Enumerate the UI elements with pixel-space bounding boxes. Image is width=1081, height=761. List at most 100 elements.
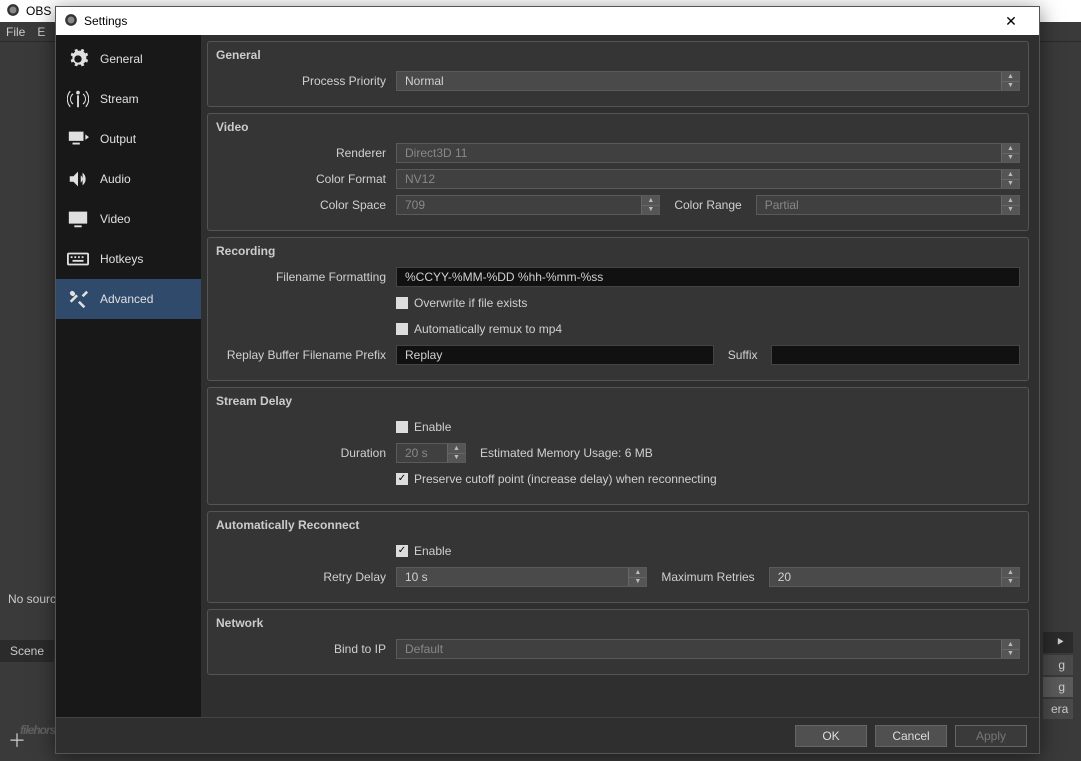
section-video: Video Renderer Direct3D 11 ▲▼ Color Form… — [207, 113, 1029, 231]
settings-dialog: Settings ✕ General Stream Output Audio — [55, 6, 1040, 754]
suffix-input[interactable] — [771, 345, 1020, 365]
sidebar-item-label: Stream — [100, 92, 139, 106]
chevron-up-icon[interactable]: ▲ — [1001, 640, 1019, 650]
menu-edit[interactable]: E — [37, 25, 45, 39]
scene-tab[interactable]: Scene — [0, 640, 54, 662]
renderer-combo[interactable]: Direct3D 11 ▲▼ — [396, 143, 1020, 163]
color-range-combo[interactable]: Partial ▲▼ — [756, 195, 1020, 215]
color-range-label: Color Range — [668, 198, 747, 212]
duration-spinbox[interactable]: 20 s ▲▼ — [396, 443, 466, 463]
renderer-label: Renderer — [216, 146, 396, 160]
monitor-icon — [66, 207, 90, 231]
checkbox-icon — [396, 297, 408, 309]
color-space-label: Color Space — [216, 198, 396, 212]
section-stream-delay: Stream Delay Enable Duration 20 s — [207, 387, 1029, 505]
right-item-1[interactable]: g — [1043, 677, 1073, 697]
sidebar-item-stream[interactable]: Stream — [56, 79, 201, 119]
section-network: Network Bind to IP Default ▲▼ — [207, 609, 1029, 675]
section-title: Video — [216, 120, 1020, 134]
checkbox-icon: ✓ — [396, 545, 408, 557]
section-title: Network — [216, 616, 1020, 630]
right-item-2[interactable]: era — [1043, 699, 1073, 719]
close-icon[interactable]: ✕ — [991, 13, 1031, 30]
right-arrow-button[interactable]: ⯈ — [1043, 632, 1073, 653]
chevron-up-icon[interactable]: ▲ — [1001, 170, 1019, 180]
sidebar-item-label: Audio — [100, 172, 131, 186]
suffix-label: Suffix — [722, 348, 764, 362]
chevron-down-icon[interactable]: ▼ — [1001, 180, 1019, 189]
sidebar-item-hotkeys[interactable]: Hotkeys — [56, 239, 201, 279]
chevron-down-icon[interactable]: ▼ — [1001, 650, 1019, 659]
overwrite-checkbox[interactable]: Overwrite if file exists — [396, 296, 527, 310]
settings-content: General Process Priority Normal ▲▼ Video… — [201, 35, 1039, 717]
right-buttons-col: ⯈ g g era — [1043, 632, 1073, 719]
bind-ip-label: Bind to IP — [216, 642, 396, 656]
section-title: Stream Delay — [216, 394, 1020, 408]
settings-sidebar: General Stream Output Audio Video Hotkey… — [56, 35, 201, 717]
reconnect-enable-checkbox[interactable]: ✓ Enable — [396, 544, 451, 558]
dialog-titlebar: Settings ✕ — [56, 7, 1039, 35]
sidebar-item-label: General — [100, 52, 143, 66]
ok-button[interactable]: OK — [795, 725, 867, 747]
section-title: Recording — [216, 244, 1020, 258]
chevron-down-icon[interactable]: ▼ — [447, 454, 465, 463]
menu-file[interactable]: File — [6, 25, 25, 39]
sidebar-item-audio[interactable]: Audio — [56, 159, 201, 199]
section-title: General — [216, 48, 1020, 62]
cancel-button[interactable]: Cancel — [875, 725, 947, 747]
sidebar-item-advanced[interactable]: Advanced — [56, 279, 201, 319]
no-sources-label: No sourc — [8, 592, 56, 606]
sidebar-item-label: Video — [100, 212, 130, 226]
chevron-up-icon[interactable]: ▲ — [1001, 568, 1019, 578]
color-space-combo[interactable]: 709 ▲▼ — [396, 195, 660, 215]
chevron-down-icon[interactable]: ▼ — [1001, 206, 1019, 215]
dialog-footer: OK Cancel Apply — [56, 717, 1039, 753]
chevron-up-icon[interactable]: ▲ — [1001, 72, 1019, 82]
section-general: General Process Priority Normal ▲▼ — [207, 41, 1029, 107]
chevron-up-icon[interactable]: ▲ — [1001, 144, 1019, 154]
sidebar-item-general[interactable]: General — [56, 39, 201, 79]
stream-delay-enable-checkbox[interactable]: Enable — [396, 420, 451, 434]
antenna-icon — [66, 87, 90, 111]
chevron-down-icon[interactable]: ▼ — [628, 578, 646, 587]
preserve-cutoff-checkbox[interactable]: ✓ Preserve cutoff point (increase delay)… — [396, 472, 717, 486]
duration-label: Duration — [216, 446, 396, 460]
filename-formatting-input[interactable]: %CCYY-%MM-%DD %hh-%mm-%ss — [396, 267, 1020, 287]
apply-button[interactable]: Apply — [955, 725, 1027, 747]
section-title: Automatically Reconnect — [216, 518, 1020, 532]
monitor-arrow-icon — [66, 127, 90, 151]
retry-delay-spinbox[interactable]: 10 s ▲▼ — [396, 567, 647, 587]
chevron-down-icon[interactable]: ▼ — [641, 206, 659, 215]
chevron-down-icon[interactable]: ▼ — [1001, 82, 1019, 91]
process-priority-label: Process Priority — [216, 74, 396, 88]
keyboard-icon — [66, 247, 90, 271]
max-retries-label: Maximum Retries — [655, 570, 760, 584]
chevron-down-icon[interactable]: ▼ — [1001, 578, 1019, 587]
chevron-up-icon[interactable]: ▲ — [447, 444, 465, 454]
chevron-up-icon[interactable]: ▲ — [628, 568, 646, 578]
section-auto-reconnect: Automatically Reconnect ✓ Enable Retry D… — [207, 511, 1029, 603]
tools-icon — [66, 287, 90, 311]
max-retries-spinbox[interactable]: 20 ▲▼ — [769, 567, 1020, 587]
sidebar-item-label: Hotkeys — [100, 252, 143, 266]
right-item-0[interactable]: g — [1043, 655, 1073, 675]
sidebar-item-output[interactable]: Output — [56, 119, 201, 159]
retry-delay-label: Retry Delay — [216, 570, 396, 584]
sidebar-item-label: Output — [100, 132, 136, 146]
section-recording: Recording Filename Formatting %CCYY-%MM-… — [207, 237, 1029, 381]
checkbox-icon: ✓ — [396, 473, 408, 485]
obs-icon — [64, 13, 78, 30]
remux-checkbox[interactable]: Automatically remux to mp4 — [396, 322, 562, 336]
checkbox-icon — [396, 323, 408, 335]
color-format-label: Color Format — [216, 172, 396, 186]
process-priority-combo[interactable]: Normal ▲▼ — [396, 71, 1020, 91]
chevron-up-icon[interactable]: ▲ — [641, 196, 659, 206]
chevron-up-icon[interactable]: ▲ — [1001, 196, 1019, 206]
filename-formatting-label: Filename Formatting — [216, 270, 396, 284]
sidebar-item-video[interactable]: Video — [56, 199, 201, 239]
bind-ip-combo[interactable]: Default ▲▼ — [396, 639, 1020, 659]
chevron-down-icon[interactable]: ▼ — [1001, 154, 1019, 163]
memory-usage-label: Estimated Memory Usage: 6 MB — [474, 446, 659, 460]
color-format-combo[interactable]: NV12 ▲▼ — [396, 169, 1020, 189]
replay-prefix-input[interactable]: Replay — [396, 345, 714, 365]
